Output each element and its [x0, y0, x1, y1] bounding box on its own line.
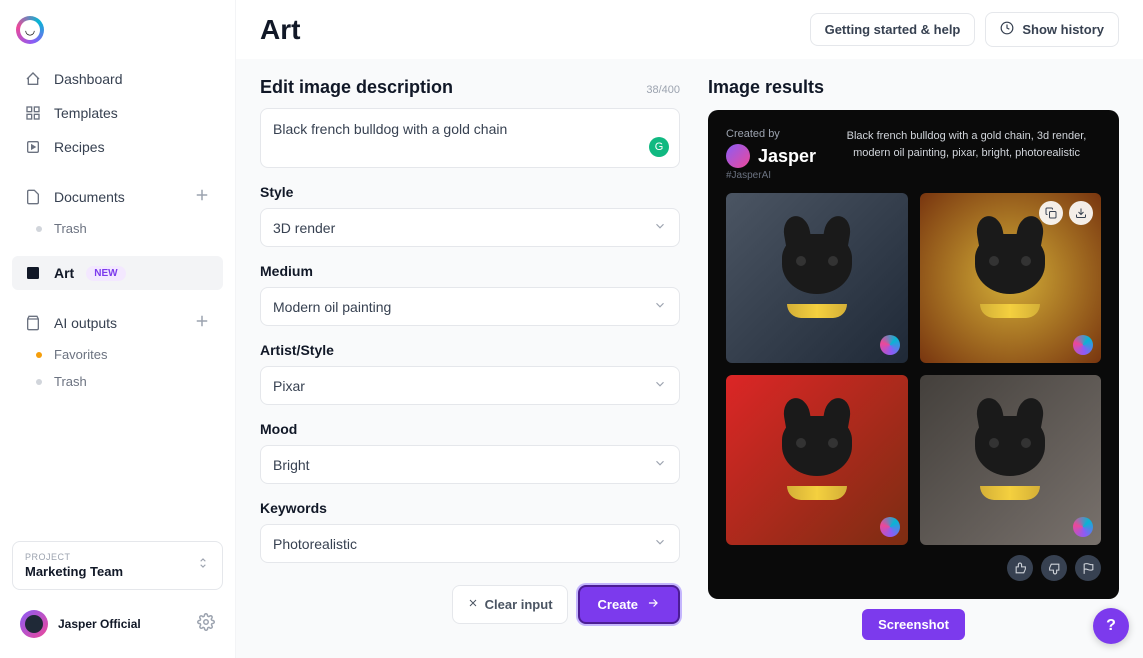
document-icon: [24, 188, 42, 206]
style-select[interactable]: 3D render: [260, 208, 680, 247]
artist-select[interactable]: Pixar: [260, 366, 680, 405]
grammar-check-icon[interactable]: G: [649, 137, 669, 157]
image-icon: [24, 264, 42, 282]
sidebar-subitem-favorites[interactable]: Favorites: [12, 341, 223, 368]
sidebar: ◡ Dashboard Templates Recipes Documents …: [0, 0, 235, 658]
sidebar-item-label: Templates: [54, 105, 118, 121]
clear-input-button[interactable]: Clear input: [452, 585, 568, 624]
form-title: Edit image description: [260, 77, 453, 98]
app-logo[interactable]: ◡: [16, 16, 44, 44]
chevron-down-icon: [653, 535, 667, 552]
help-fab[interactable]: ?: [1093, 608, 1129, 644]
plus-icon[interactable]: [193, 186, 211, 207]
user-row: Jasper Official: [12, 606, 223, 642]
char-counter: 38/400: [646, 84, 680, 96]
sidebar-item-label: Documents: [54, 189, 125, 205]
sidebar-item-ai-outputs[interactable]: AI outputs: [12, 304, 223, 341]
thumbs-down-button[interactable]: [1041, 555, 1067, 581]
user-name: Jasper Official: [58, 617, 141, 631]
logo-watermark-icon: [880, 335, 900, 355]
sidebar-item-art[interactable]: Art NEW: [12, 256, 223, 290]
medium-label: Medium: [260, 263, 680, 279]
author-name: Jasper: [758, 146, 816, 167]
sidebar-item-label: Dashboard: [54, 71, 123, 87]
copy-button[interactable]: [1039, 201, 1063, 225]
play-icon: [24, 138, 42, 156]
created-by-label: Created by: [726, 128, 816, 140]
project-name: Marketing Team: [25, 564, 123, 579]
hashtag: #JasperAI: [726, 170, 816, 181]
arrow-right-icon: [646, 596, 660, 613]
result-image[interactable]: [726, 375, 908, 545]
sidebar-item-label: Art: [54, 265, 74, 281]
sidebar-item-label: Recipes: [54, 139, 105, 155]
show-history-button[interactable]: Show history: [985, 12, 1119, 47]
avatar[interactable]: [20, 610, 48, 638]
result-image[interactable]: [920, 193, 1102, 363]
screenshot-button[interactable]: Screenshot: [862, 609, 965, 640]
page-title: Art: [260, 14, 300, 46]
thumbs-up-button[interactable]: [1007, 555, 1033, 581]
getting-started-button[interactable]: Getting started & help: [810, 13, 976, 46]
project-selector[interactable]: PROJECT Marketing Team: [12, 541, 223, 590]
result-prompt: Black french bulldog with a gold chain, …: [832, 128, 1101, 161]
chevron-down-icon: [653, 298, 667, 315]
keywords-label: Keywords: [260, 500, 680, 516]
sidebar-item-documents[interactable]: Documents: [12, 178, 223, 215]
artist-label: Artist/Style: [260, 342, 680, 358]
flag-button[interactable]: [1075, 555, 1101, 581]
sidebar-item-templates[interactable]: Templates: [12, 96, 223, 130]
chevron-down-icon: [653, 219, 667, 236]
result-card: Created by Jasper #JasperAI Black french…: [708, 110, 1119, 599]
author-avatar: [726, 144, 750, 168]
home-icon: [24, 70, 42, 88]
mood-label: Mood: [260, 421, 680, 437]
results-title: Image results: [708, 77, 1119, 98]
sidebar-item-label: AI outputs: [54, 315, 117, 331]
project-label: PROJECT: [25, 552, 123, 562]
chevron-down-icon: [653, 456, 667, 473]
new-badge: NEW: [86, 266, 125, 281]
sidebar-item-dashboard[interactable]: Dashboard: [12, 62, 223, 96]
grid-icon: [24, 104, 42, 122]
description-input[interactable]: Black french bulldog with a gold chain G: [260, 108, 680, 168]
sidebar-item-recipes[interactable]: Recipes: [12, 130, 223, 164]
archive-icon: [24, 314, 42, 332]
result-image[interactable]: [920, 375, 1102, 545]
close-icon: [467, 597, 479, 612]
logo-watermark-icon: [880, 517, 900, 537]
topbar: Art Getting started & help Show history: [236, 0, 1143, 59]
sidebar-subitem-trash[interactable]: Trash: [12, 368, 223, 395]
download-button[interactable]: [1069, 201, 1093, 225]
logo-watermark-icon: [1073, 335, 1093, 355]
results-column: Image results Created by Jasper #JasperA…: [708, 77, 1119, 640]
logo-watermark-icon: [1073, 517, 1093, 537]
chevron-down-icon: [653, 377, 667, 394]
plus-icon[interactable]: [193, 312, 211, 333]
medium-select[interactable]: Modern oil painting: [260, 287, 680, 326]
main: Art Getting started & help Show history …: [235, 0, 1143, 658]
sidebar-subitem-trash[interactable]: Trash: [12, 215, 223, 242]
keywords-select[interactable]: Photorealistic: [260, 524, 680, 563]
updown-icon: [196, 556, 210, 575]
gear-icon[interactable]: [197, 613, 215, 636]
mood-select[interactable]: Bright: [260, 445, 680, 484]
result-image[interactable]: [726, 193, 908, 363]
style-label: Style: [260, 184, 680, 200]
create-button[interactable]: Create: [578, 585, 680, 624]
form-column: Edit image description 38/400 Black fren…: [260, 77, 680, 640]
clock-icon: [1000, 21, 1014, 38]
